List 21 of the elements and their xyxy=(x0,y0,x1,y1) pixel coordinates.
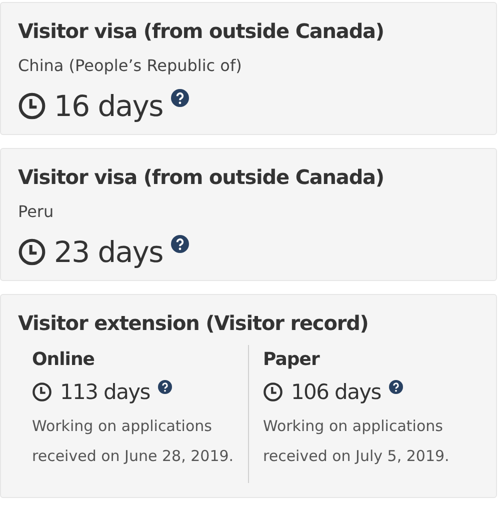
card-title: Visitor visa (from outside Canada) xyxy=(18,164,385,191)
clock-icon xyxy=(32,382,52,402)
processing-time: 16 days xyxy=(54,89,163,124)
note-text: Working on applications received on June 28, 2019. xyxy=(32,416,235,467)
note-text: Working on applications received on July 5, 2019. xyxy=(263,416,450,467)
help-icon[interactable] xyxy=(170,234,189,253)
help-icon[interactable] xyxy=(170,89,189,107)
country-name: China (People’s Republic of) xyxy=(18,55,243,77)
country-name: Peru xyxy=(18,200,55,223)
column-heading: Paper xyxy=(263,348,321,370)
clock-icon xyxy=(18,92,46,120)
help-icon[interactable] xyxy=(388,380,403,394)
clock-icon xyxy=(18,238,46,266)
column-heading: Online xyxy=(32,348,96,370)
card-title: Visitor visa (from outside Canada) xyxy=(18,18,385,45)
processing-time: 113 days xyxy=(60,380,150,405)
help-icon[interactable] xyxy=(158,380,172,394)
clock-icon xyxy=(263,382,283,402)
processing-time: 106 days xyxy=(291,380,381,405)
card-title: Visitor extension (Visitor record) xyxy=(18,310,370,337)
processing-time: 23 days xyxy=(54,234,163,270)
